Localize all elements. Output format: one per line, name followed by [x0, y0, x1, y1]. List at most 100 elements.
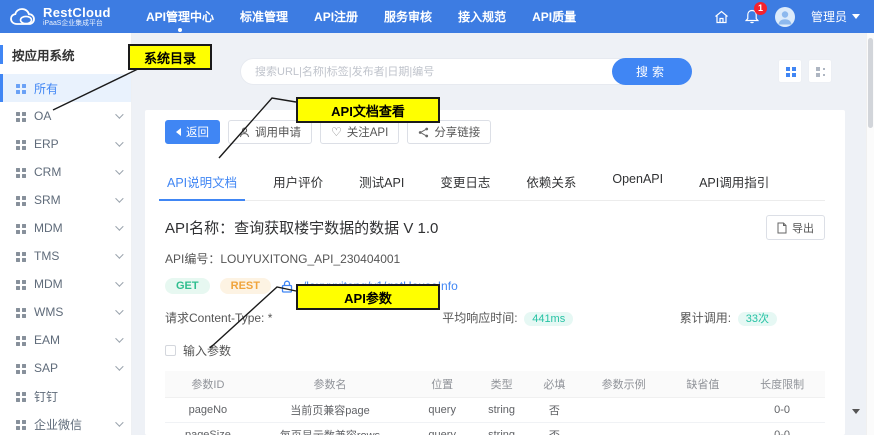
call-apply-button[interactable]: 调用申请 [228, 120, 312, 144]
grid-icon [16, 252, 20, 256]
col-param-name: 参数名 [251, 371, 409, 397]
tab-dependencies[interactable]: 依赖关系 [524, 166, 578, 200]
col-type: 类型 [475, 371, 528, 397]
annotation-system-catalog: 系统目录 [128, 44, 212, 70]
grid-icon [16, 140, 20, 144]
share-icon [418, 127, 429, 138]
scroll-down-arrow-icon[interactable] [852, 409, 860, 414]
tab-test-api[interactable]: 测试API [357, 166, 406, 200]
chevron-down-icon [115, 194, 123, 202]
lock-icon [281, 280, 293, 293]
table-header-row: 参数ID 参数名 位置 类型 必填 参数示例 缺省值 长度限制 [165, 371, 825, 397]
input-params-section: 输入参数 [165, 342, 825, 359]
http-method-badge: GET [165, 278, 210, 294]
sidebar-item-tms[interactable]: TMS [0, 242, 131, 270]
chevron-down-icon [115, 250, 123, 258]
nav-item-api-register[interactable]: API注册 [314, 8, 358, 25]
chevron-down-icon [115, 334, 123, 342]
api-name: API名称：查询获取楼宇数据的数据 V 1.0 [165, 217, 438, 238]
col-required: 必填 [528, 371, 581, 397]
follow-api-button[interactable]: ♡ 关注API [320, 120, 399, 144]
grid-icon [16, 196, 20, 200]
sidebar-section-title: 按应用系统 [0, 45, 131, 64]
main-content: 搜索 返回 调用申请 ♡ 关注API [132, 33, 874, 435]
grid-icon [16, 392, 20, 396]
col-param-id: 参数ID [165, 371, 251, 397]
table-row[interactable]: pageNo 当前页兼容page query string 否 0-0 [165, 397, 825, 422]
total-calls-value: 33次 [738, 312, 777, 326]
grid-icon [16, 308, 20, 312]
tab-openapi[interactable]: OpenAPI [610, 166, 665, 200]
vertical-scrollbar[interactable] [866, 33, 874, 435]
sidebar-item-all[interactable]: 所有 [0, 74, 131, 102]
search-input[interactable] [255, 66, 612, 78]
grid-icon [16, 168, 20, 172]
brand-logo[interactable]: RestCloud iPaaS企业集成平台 [10, 6, 138, 28]
api-title-row: API名称：查询获取楼宇数据的数据 V 1.0 导出 [165, 215, 825, 240]
tab-call-guide[interactable]: API调用指引 [697, 166, 771, 200]
back-button[interactable]: 返回 [165, 120, 220, 144]
user-avatar[interactable] [775, 7, 795, 27]
sidebar-item-wecom[interactable]: 企业微信 [0, 410, 131, 435]
user-name-label: 管理员 [811, 8, 847, 25]
notification-badge: 1 [754, 2, 767, 15]
sidebar-item-crm[interactable]: CRM [0, 158, 131, 186]
sidebar-item-mdm[interactable]: MDM [0, 214, 131, 242]
sidebar-system-catalog: 按应用系统 所有 OA ERP CRM SRM MDM [0, 33, 132, 435]
home-icon[interactable] [714, 10, 729, 24]
search-button[interactable]: 搜索 [612, 58, 692, 85]
sidebar-item-sap[interactable]: SAP [0, 354, 131, 382]
notification-bell-icon[interactable]: 1 [745, 9, 759, 24]
avg-time-value: 441ms [524, 312, 573, 326]
user-menu[interactable]: 管理员 [811, 8, 860, 25]
nav-item-api-center[interactable]: API管理中心 [146, 8, 214, 25]
share-link-button[interactable]: 分享链接 [407, 120, 491, 144]
chevron-down-icon [115, 138, 123, 146]
back-arrow-icon [176, 128, 181, 136]
sidebar-item-mdm-2[interactable]: MDM [0, 270, 131, 298]
api-meta-row: 请求Content-Type: * 平均响应时间: 441ms 累计调用: 33… [165, 309, 825, 326]
table-row[interactable]: pageSize 每页显示数兼容rows query string 否 0-0 [165, 422, 825, 435]
document-icon [777, 222, 787, 234]
brand-name: RestCloud [43, 6, 111, 20]
input-params-checkbox[interactable] [165, 345, 176, 356]
nav-item-access-spec[interactable]: 接入规范 [458, 8, 506, 25]
view-toggle-group [778, 59, 832, 83]
nav-item-standard-mgmt[interactable]: 标准管理 [240, 8, 288, 25]
grid-icon [16, 84, 20, 88]
export-button[interactable]: 导出 [766, 215, 825, 240]
nav-item-service-audit[interactable]: 服务审核 [384, 8, 432, 25]
nav-right-controls: 1 管理员 [714, 7, 860, 27]
params-table: 参数ID 参数名 位置 类型 必填 参数示例 缺省值 长度限制 pageNo 当… [165, 371, 825, 435]
grid-icon [16, 280, 20, 284]
api-endpoint-row: GET REST /louyuxitong/v1/getHouseInfo [165, 278, 825, 294]
tab-api-doc[interactable]: API说明文档 [165, 166, 239, 200]
nav-item-api-quality[interactable]: API质量 [532, 8, 576, 25]
sidebar-item-eam[interactable]: EAM [0, 326, 131, 354]
api-toolbar: 返回 调用申请 ♡ 关注API 分享链接 [165, 120, 825, 144]
sidebar-item-srm[interactable]: SRM [0, 186, 131, 214]
total-calls: 累计调用: 33次 [680, 309, 825, 326]
avg-response-time: 平均响应时间: 441ms [442, 309, 680, 326]
chevron-down-icon [852, 14, 860, 19]
col-location: 位置 [409, 371, 475, 397]
chevron-down-icon [115, 110, 123, 118]
chevron-down-icon [115, 222, 123, 230]
heart-icon: ♡ [331, 126, 342, 138]
nav-menu: API管理中心 标准管理 API注册 服务审核 接入规范 API质量 [146, 8, 576, 25]
list-view-icon[interactable] [808, 59, 832, 83]
sidebar-item-dingtalk[interactable]: 钉钉 [0, 382, 131, 410]
input-params-title: 输入参数 [183, 342, 231, 359]
sidebar-item-oa[interactable]: OA [0, 102, 131, 130]
sidebar-item-erp[interactable]: ERP [0, 130, 131, 158]
top-navigation: RestCloud iPaaS企业集成平台 API管理中心 标准管理 API注册… [0, 0, 874, 33]
api-code: API编号：LOUYUXITONG_API_230404001 [165, 250, 825, 267]
tab-user-review[interactable]: 用户评价 [271, 166, 325, 200]
tab-change-log[interactable]: 变更日志 [438, 166, 492, 200]
col-length-limit: 长度限制 [739, 371, 825, 397]
scrollbar-thumb[interactable] [868, 38, 873, 128]
grid-view-icon[interactable] [778, 59, 802, 83]
app-window: RestCloud iPaaS企业集成平台 API管理中心 标准管理 API注册… [0, 0, 874, 435]
sidebar-item-wms[interactable]: WMS [0, 298, 131, 326]
grid-icon [16, 336, 20, 340]
